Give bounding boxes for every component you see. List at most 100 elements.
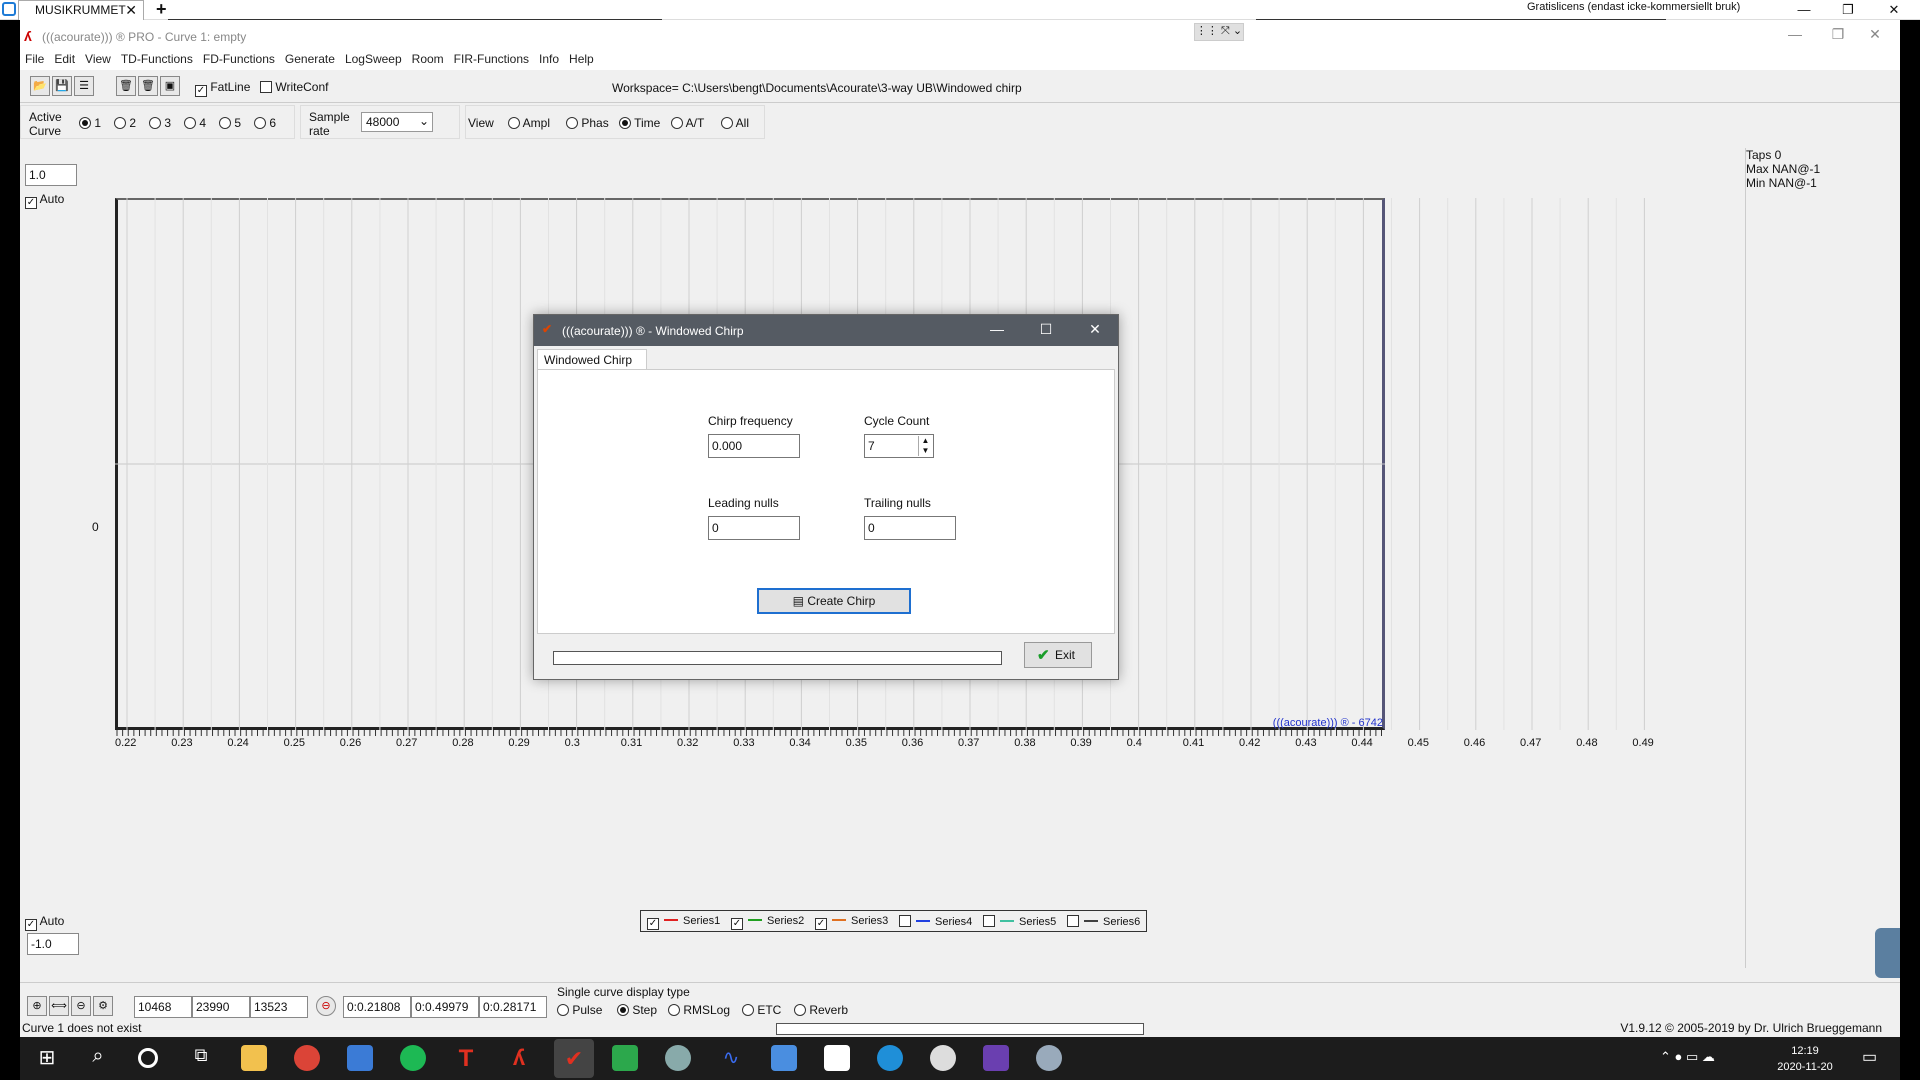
delete-icon[interactable]: 🗑 <box>116 76 136 96</box>
curve-radio-6[interactable]: 6 <box>254 116 276 130</box>
display-radio-rmslog[interactable]: RMSLog <box>668 1003 730 1017</box>
time-field-start[interactable]: 0:0.21808 <box>343 996 411 1018</box>
taskbar-clock[interactable]: 12:19 2020-11-20 <box>1775 1043 1835 1075</box>
view-radio-ampl[interactable]: Ampl <box>508 116 550 130</box>
save-icon[interactable]: 💾 <box>52 76 72 96</box>
create-chirp-button[interactable]: ▤ Create Chirp <box>757 588 911 614</box>
remote-toolbar-toggle[interactable]: ⋮⋮ ⤧ ⌄ <box>1194 23 1244 41</box>
spotify-icon[interactable] <box>400 1045 426 1071</box>
menu-help[interactable]: Help <box>564 50 599 68</box>
close-icon[interactable]: ✕ <box>1080 321 1110 338</box>
windows-start-icon[interactable]: ⊞ <box>34 1045 60 1071</box>
acourate-active-icon[interactable]: ✔ <box>554 1039 594 1078</box>
menu-fir-functions[interactable]: FIR-Functions <box>449 50 534 68</box>
display-radio-step[interactable]: Step <box>617 1003 657 1017</box>
display-radio-etc[interactable]: ETC <box>742 1003 781 1017</box>
sample-field-start[interactable]: 10468 <box>134 996 192 1018</box>
notification-icon[interactable]: ▭ <box>1862 1047 1877 1067</box>
side-handle[interactable] <box>1875 928 1900 978</box>
t-app-icon[interactable]: T <box>453 1045 479 1072</box>
media-player-icon[interactable] <box>665 1045 691 1071</box>
open-folder-icon[interactable]: 📂 <box>30 76 50 96</box>
spin-arrows-icon[interactable]: ▲ ▼ <box>918 436 932 456</box>
y-min-auto-checkbox[interactable]: ✓ Auto <box>25 914 64 931</box>
sample-rate-select[interactable]: 48000 ⌄ <box>361 112 433 132</box>
trailing-nulls-input[interactable]: 0 <box>864 516 956 540</box>
sample-field-length[interactable]: 13523 <box>250 996 308 1018</box>
display-radio-pulse[interactable]: Pulse <box>557 1003 602 1017</box>
session-tab[interactable]: MUSIKRUMMET ✕ <box>18 0 144 20</box>
legend-item-series4[interactable]: Series4 <box>899 915 972 928</box>
edge-icon[interactable] <box>877 1045 903 1071</box>
play-app-icon[interactable] <box>612 1045 638 1071</box>
time-field-end[interactable]: 0:0.49979 <box>411 996 479 1018</box>
legend-item-series1[interactable]: ✓ Series1 <box>647 915 720 930</box>
view-radio-at[interactable]: A/T <box>671 116 704 130</box>
chirp-frequency-input[interactable]: 0.000 <box>708 434 800 458</box>
acourate-icon[interactable]: ʎ <box>506 1045 532 1071</box>
cycle-count-stepper[interactable]: 7 ▲ ▼ <box>864 434 934 458</box>
minimize-icon[interactable]: — <box>1790 0 1818 20</box>
reset-icon[interactable]: ⊖ <box>316 996 336 1016</box>
close-icon[interactable]: ✕ <box>1860 26 1890 43</box>
tab-windowed-chirp[interactable]: Windowed Chirp <box>537 349 647 369</box>
menu-edit[interactable]: Edit <box>49 50 80 68</box>
leading-nulls-input[interactable]: 0 <box>708 516 800 540</box>
settings-icon[interactable]: ⚙ <box>93 996 113 1016</box>
rew-icon[interactable] <box>983 1045 1009 1071</box>
curve-radio-3[interactable]: 3 <box>149 116 171 130</box>
y-min-input[interactable]: -1.0 <box>27 933 79 955</box>
legend-item-series6[interactable]: Series6 <box>1067 915 1140 928</box>
document-icon[interactable] <box>824 1045 850 1071</box>
legend-item-series3[interactable]: ✓ Series3 <box>815 915 888 930</box>
file-explorer-icon[interactable] <box>241 1045 267 1071</box>
menu-view[interactable]: View <box>80 50 116 68</box>
restore-icon[interactable]: ❐ <box>1834 0 1862 20</box>
audio-app-icon[interactable]: ∿ <box>718 1045 744 1071</box>
menu-fd-functions[interactable]: FD-Functions <box>198 50 280 68</box>
menu-info[interactable]: Info <box>534 50 564 68</box>
camera-icon[interactable]: ▣ <box>160 76 180 96</box>
fit-width-icon[interactable]: ⟺ <box>49 996 69 1016</box>
remote-desktop-icon[interactable] <box>771 1045 797 1071</box>
close-icon[interactable]: ✕ <box>1880 0 1908 20</box>
zoom-out-icon[interactable]: ⊖ <box>71 996 91 1016</box>
exit-button[interactable]: ✔ Exit <box>1024 642 1092 668</box>
maximize-icon[interactable]: ☐ <box>1031 321 1061 338</box>
delete-all-icon[interactable]: 🗑 <box>138 76 158 96</box>
curve-radio-2[interactable]: 2 <box>114 116 136 130</box>
task-view-icon[interactable]: ⧉ <box>188 1045 214 1071</box>
y-max-input[interactable]: 1.0 <box>25 164 77 186</box>
legend-item-series5[interactable]: Series5 <box>983 915 1056 928</box>
time-field-length[interactable]: 0:0.28171 <box>479 996 547 1018</box>
fatline-checkbox[interactable]: ✓ FatLine <box>195 80 250 97</box>
writeconf-checkbox[interactable]: WriteConf <box>260 80 328 94</box>
view-radio-all[interactable]: All <box>721 116 749 130</box>
y-max-auto-checkbox[interactable]: ✓ Auto <box>25 192 64 209</box>
list-icon[interactable]: ☰ <box>74 76 94 96</box>
sample-field-end[interactable]: 23990 <box>192 996 250 1018</box>
zoom-in-icon[interactable]: ⊕ <box>27 996 47 1016</box>
chrome-icon[interactable] <box>294 1045 320 1071</box>
minimize-icon[interactable]: — <box>1780 26 1810 42</box>
restore-icon[interactable]: ❐ <box>1823 26 1853 43</box>
curve-radio-5[interactable]: 5 <box>219 116 241 130</box>
menu-logsweep[interactable]: LogSweep <box>340 50 407 68</box>
curve-radio-1[interactable]: 1 <box>79 116 101 130</box>
close-icon[interactable]: ✕ <box>125 2 137 19</box>
display-radio-reverb[interactable]: Reverb <box>794 1003 848 1017</box>
tool-icon[interactable] <box>1036 1045 1062 1071</box>
legend-item-series2[interactable]: ✓ Series2 <box>731 915 804 930</box>
curve-radio-4[interactable]: 4 <box>184 116 206 130</box>
mail-icon[interactable] <box>347 1045 373 1071</box>
search-icon[interactable]: ⌕ <box>85 1045 111 1071</box>
minimize-icon[interactable]: — <box>982 321 1012 337</box>
view-radio-time[interactable]: Time <box>619 116 660 130</box>
menu-td-functions[interactable]: TD-Functions <box>116 50 198 68</box>
menu-room[interactable]: Room <box>407 50 449 68</box>
cortana-icon[interactable] <box>138 1048 158 1068</box>
view-radio-phas[interactable]: Phas <box>566 116 609 130</box>
menu-generate[interactable]: Generate <box>280 50 340 68</box>
add-tab-icon[interactable]: + <box>156 0 167 20</box>
dsp-icon[interactable] <box>930 1045 956 1071</box>
